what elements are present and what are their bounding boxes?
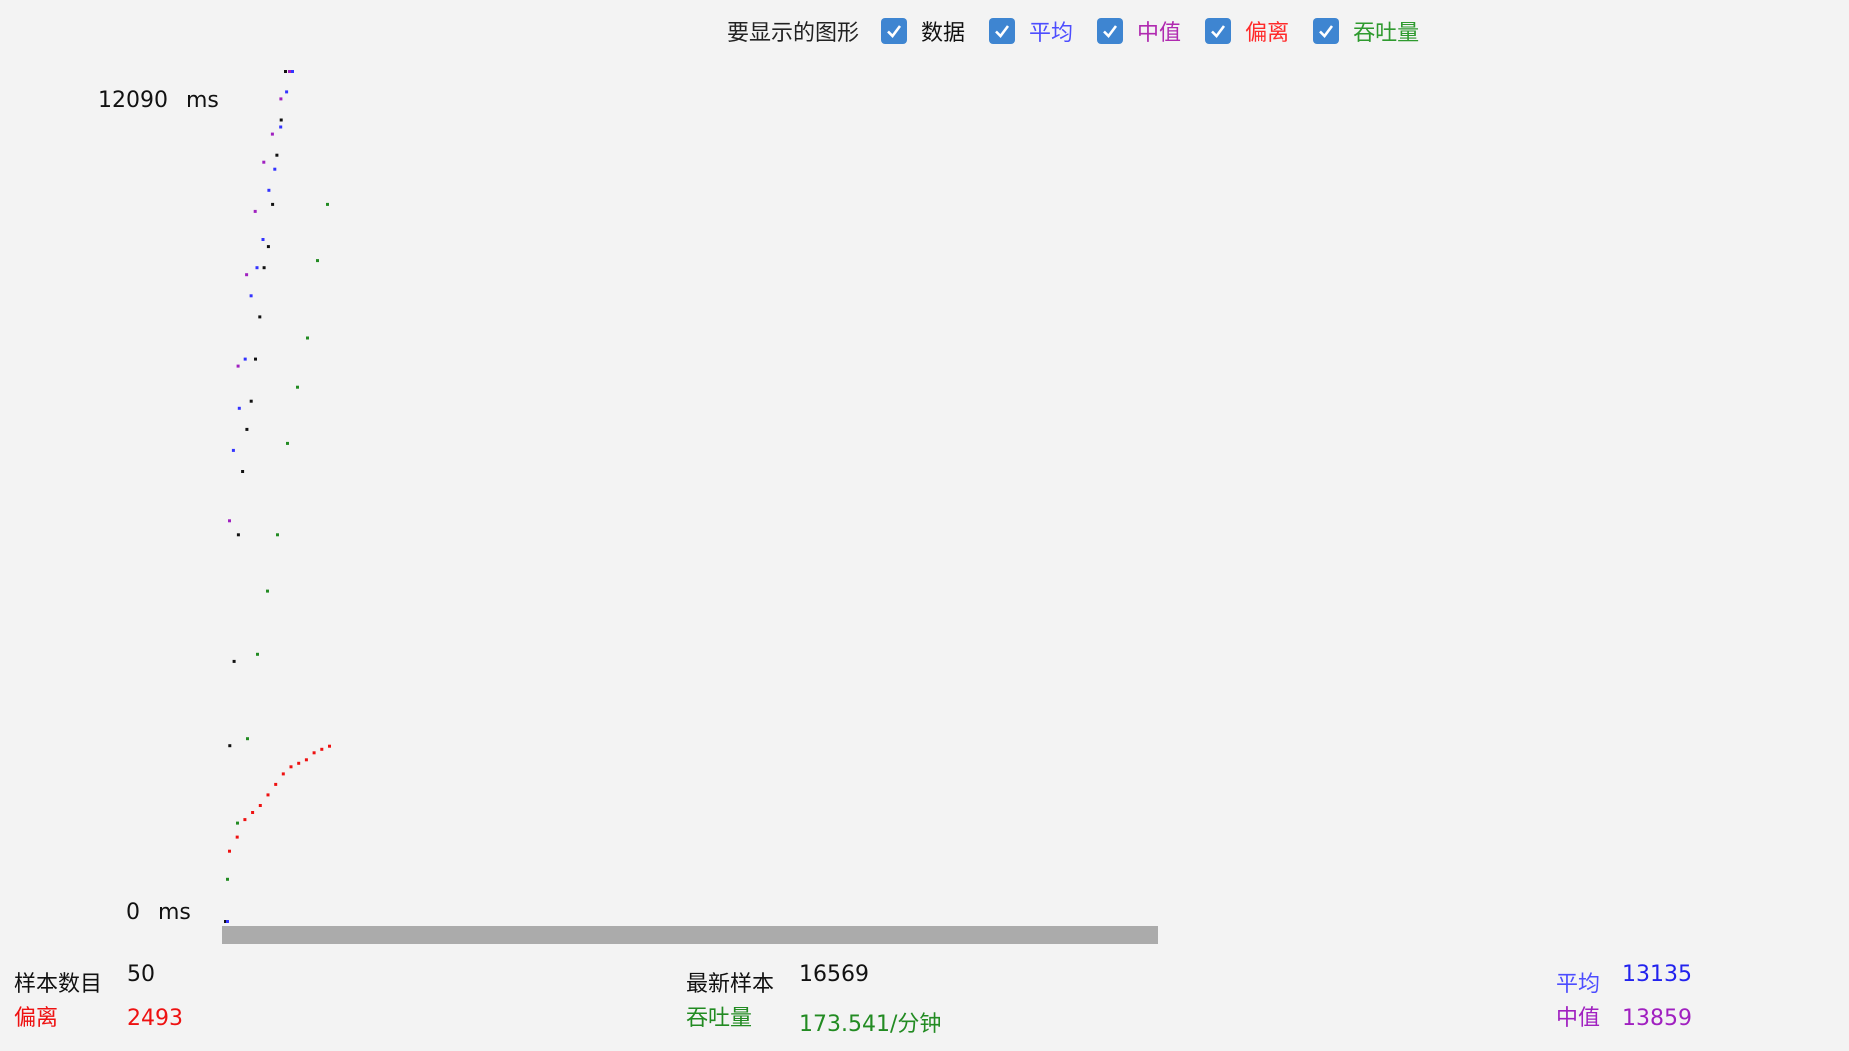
series-point	[279, 125, 283, 129]
series-point	[226, 877, 229, 881]
series-point	[258, 315, 262, 319]
series-point	[226, 920, 229, 923]
series-point	[316, 259, 319, 263]
graph-scrollbar[interactable]	[222, 926, 1158, 944]
series-point	[296, 385, 299, 389]
series-point	[276, 533, 279, 537]
series-point	[304, 758, 308, 762]
series-point	[254, 357, 257, 361]
series-point	[273, 167, 277, 171]
stat-average-value: 13135	[1622, 962, 1692, 987]
series-point	[236, 533, 240, 537]
stat-average: 平均 13135	[1556, 962, 1692, 998]
series-point	[328, 744, 331, 748]
series-point	[281, 772, 285, 776]
series-point	[285, 90, 289, 94]
series-point	[241, 470, 245, 473]
stat-throughput-label: 吞吐量	[686, 1006, 753, 1031]
stat-average-label: 平均	[1556, 972, 1601, 997]
series-point	[267, 188, 271, 192]
series-point	[289, 765, 293, 769]
series-point	[288, 70, 291, 73]
series-point	[291, 70, 294, 73]
series-point	[236, 364, 240, 368]
stat-samples-value: 50	[127, 962, 155, 987]
series-point	[249, 399, 253, 403]
series-average	[226, 70, 294, 923]
stat-median: 中值 13859	[1556, 1000, 1692, 1032]
series-point	[284, 70, 287, 73]
series-point	[306, 336, 309, 340]
series-point	[237, 406, 241, 410]
series-point	[246, 737, 249, 741]
series-data	[224, 70, 287, 923]
series-point	[245, 273, 249, 277]
stat-latest-label: 最新样本	[686, 972, 775, 997]
stat-throughput: 吞吐量 173.541/分钟	[686, 1000, 941, 1037]
series-point	[266, 589, 269, 593]
series-point	[258, 804, 262, 807]
series-point	[236, 821, 239, 825]
series-point	[271, 202, 275, 206]
series-point	[312, 751, 316, 755]
series-point	[235, 835, 239, 839]
series-point	[286, 441, 289, 445]
series-point	[279, 118, 283, 122]
series-point	[228, 744, 232, 748]
stat-deviation: 偏离 2493	[14, 1000, 183, 1032]
series-point	[228, 519, 231, 523]
series-point	[245, 427, 249, 431]
series-point	[228, 849, 231, 853]
series-point	[270, 132, 274, 136]
stat-latest-value: 16569	[799, 962, 869, 987]
series-median	[228, 70, 291, 523]
series-point	[243, 357, 247, 361]
series-point	[231, 448, 235, 452]
series-point	[275, 153, 279, 157]
series-point	[255, 266, 259, 270]
series-point	[266, 245, 270, 249]
stat-samples: 样本数目 50	[14, 962, 155, 998]
series-point	[326, 202, 329, 206]
series-point	[320, 747, 324, 751]
series-point	[249, 294, 253, 298]
series-point	[253, 209, 257, 213]
series-point	[262, 160, 266, 164]
series-point	[262, 266, 266, 270]
stat-throughput-value: 173.541/分钟	[799, 1012, 942, 1037]
stat-latest: 最新样本 16569	[686, 962, 869, 998]
stat-median-label: 中值	[1556, 1006, 1601, 1031]
stat-samples-label: 样本数目	[14, 972, 103, 997]
series-point	[274, 782, 278, 786]
series-point	[251, 811, 255, 814]
stat-deviation-value: 2493	[127, 1006, 183, 1031]
series-point	[279, 97, 283, 101]
series-point	[232, 659, 236, 663]
series-deviation	[228, 744, 331, 853]
response-time-graph	[224, 70, 331, 923]
series-throughput	[226, 202, 329, 881]
stat-median-value: 13859	[1622, 1006, 1692, 1031]
series-point	[261, 238, 265, 241]
series-point	[297, 761, 301, 765]
stat-deviation-label: 偏离	[14, 1006, 59, 1031]
series-point	[243, 818, 247, 822]
series-point	[266, 793, 270, 797]
series-point	[256, 652, 259, 656]
